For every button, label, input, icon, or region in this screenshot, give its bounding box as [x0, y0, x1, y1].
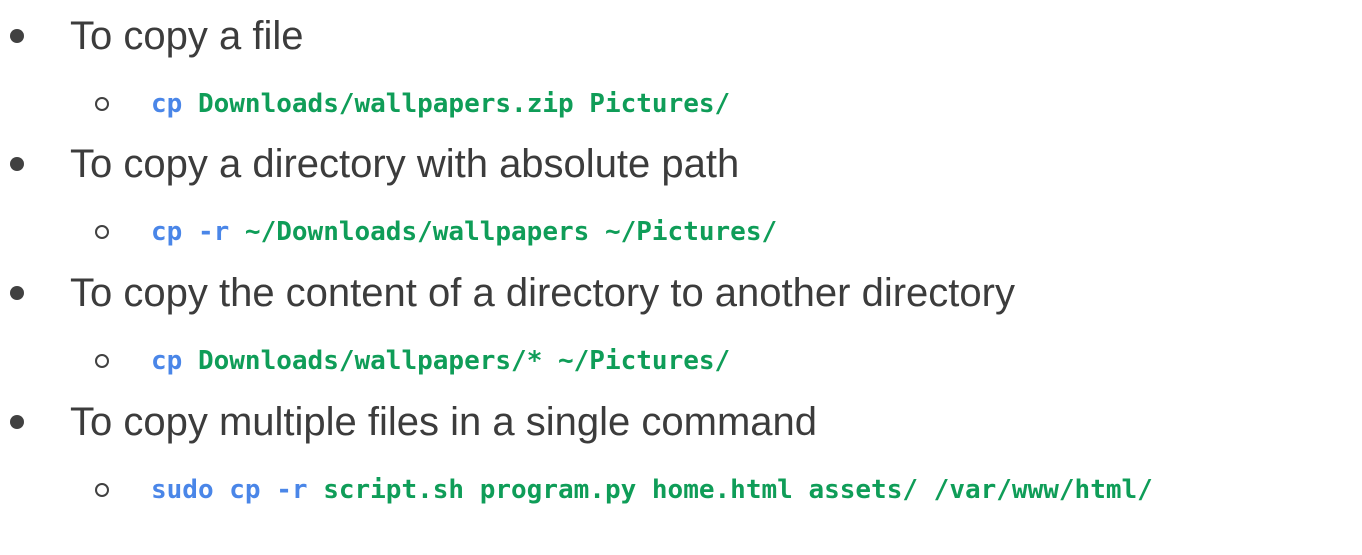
- command-arguments: script.sh program.py home.html assets/ /…: [323, 475, 1153, 505]
- command-keyword: cp -r: [151, 217, 245, 247]
- bullet-dot-icon: [10, 415, 24, 429]
- command-line: sudo cp -r script.sh program.py home.htm…: [151, 470, 1153, 510]
- command-arguments: Downloads/wallpapers.zip Pictures/: [197, 89, 731, 119]
- bullet-dot-icon: [10, 29, 24, 43]
- command-line: cp Downloads/wallpapers.zip Pictures/: [151, 84, 730, 124]
- hollow-bullet-icon: [95, 483, 109, 497]
- bullet-text: To copy multiple files in a single comma…: [70, 400, 818, 444]
- command-line: cp Downloads/wallpapers/* ~/Pictures/: [151, 341, 730, 381]
- bullet-text: To copy the content of a directory to an…: [70, 271, 1015, 315]
- command-line: cp -r ~/Downloads/wallpapers ~/Pictures/: [151, 212, 777, 252]
- bullet-text: To copy a directory with absolute path: [70, 142, 740, 186]
- command-arguments: ~/Downloads/wallpapers ~/Pictures/: [244, 217, 778, 247]
- hollow-bullet-icon: [95, 354, 109, 368]
- slide: To copy a file cp Downloads/wallpapers.z…: [0, 0, 1362, 555]
- bullet-dot-icon: [10, 157, 24, 171]
- command-keyword: cp: [151, 346, 198, 376]
- hollow-bullet-icon: [95, 225, 109, 239]
- command-arguments: Downloads/wallpapers/* ~/Pictures/: [197, 346, 731, 376]
- command-keyword: sudo cp -r: [151, 475, 324, 505]
- bullet-text: To copy a file: [70, 14, 304, 58]
- bullet-dot-icon: [10, 286, 24, 300]
- command-keyword: cp: [151, 89, 198, 119]
- hollow-bullet-icon: [95, 97, 109, 111]
